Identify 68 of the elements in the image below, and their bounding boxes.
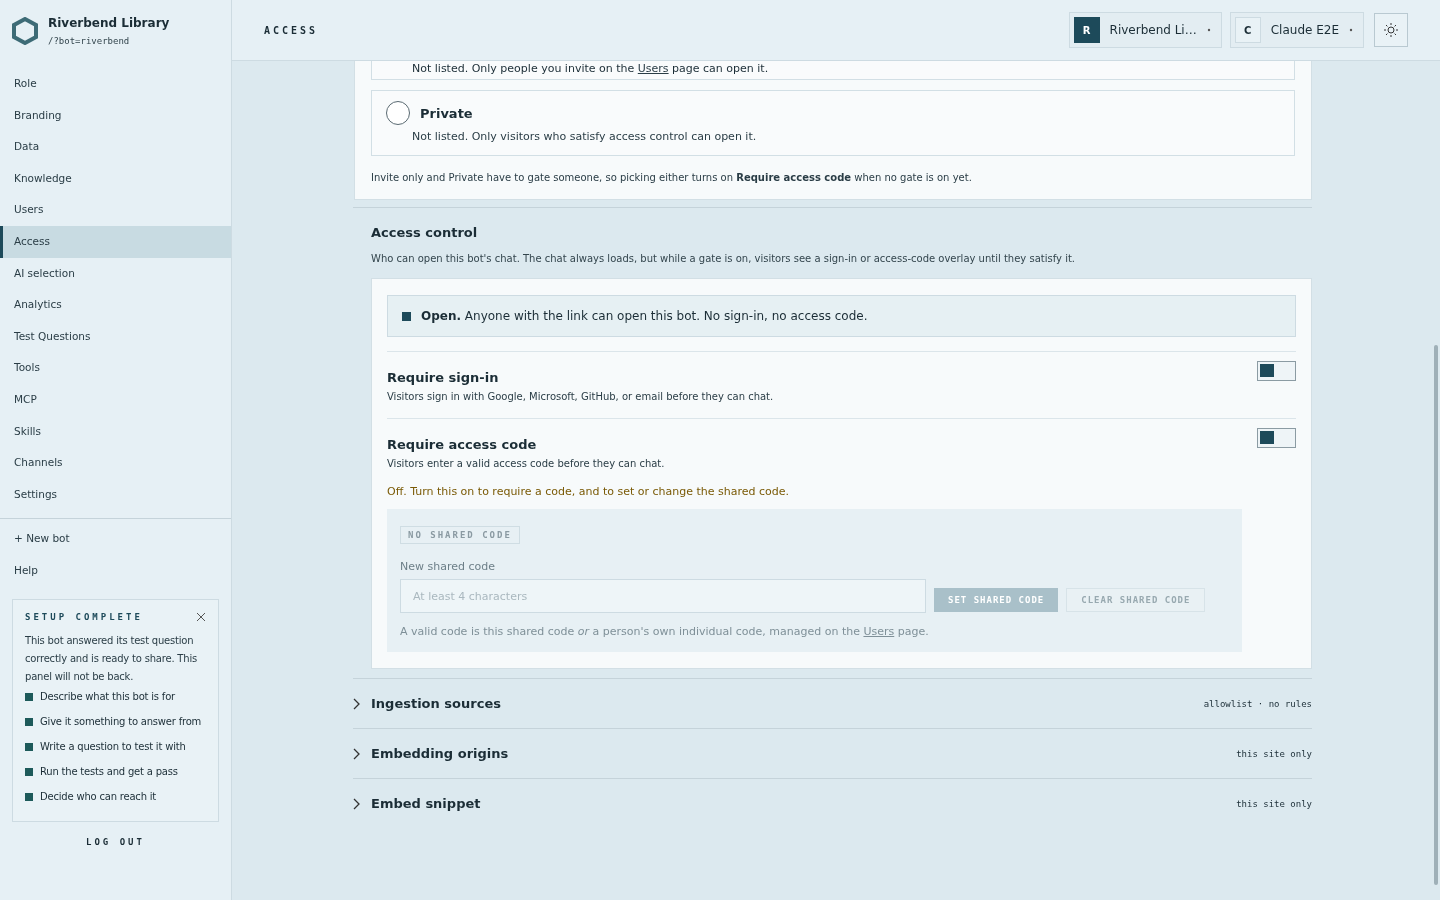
step-text: Give it something to answer from (40, 714, 202, 728)
scrollbar-thumb[interactable] (1434, 345, 1438, 885)
sidebar-item[interactable]: Help (0, 554, 231, 587)
option-description: Not listed. Only people you invite on the Users page can open it. (412, 62, 770, 75)
collapsible-section[interactable]: Ingestion sources allowlist · no rules (353, 678, 1312, 728)
sidebar-item[interactable]: Analytics (0, 289, 231, 321)
status-text: Open. Anyone with the link can open this bot. No sign-in, no access code. (421, 309, 868, 323)
users-link[interactable]: Users (637, 62, 669, 75)
sidebar-item[interactable]: Channels (0, 447, 231, 479)
logout-button[interactable]: LOG OUT (80, 835, 151, 848)
brand-name: Riverbend Library (48, 16, 170, 30)
sidebar-item[interactable]: Test Questions (0, 320, 231, 353)
page-title: ACCESS (264, 24, 320, 36)
status-tag: NO SHARED CODE (400, 526, 520, 544)
section-summary: this site only (1236, 748, 1312, 759)
toggle-switch[interactable] (1257, 428, 1296, 448)
sidebar-item[interactable]: AI selection (0, 257, 231, 290)
field-label: New shared code (400, 560, 496, 573)
section-summary: allowlist · no rules (1203, 698, 1312, 709)
section-title: Embed snippet (371, 796, 482, 811)
sun-icon (1383, 22, 1399, 38)
bot-path: /?bot=riverbend (48, 36, 131, 46)
sidebar-item[interactable]: Tools (0, 352, 231, 384)
section-description: Who can open this bot's chat. The chat always loads, but while a gate is on, visitors see a sign-in or access-code overlay until they satisfy it. (371, 253, 1076, 264)
sidebar-item[interactable]: Skills (0, 415, 231, 448)
sidebar-item[interactable]: Access (0, 225, 231, 258)
section-summary: this site only (1236, 798, 1312, 809)
avatar: R (1073, 17, 1100, 43)
theme-toggle-button[interactable] (1374, 13, 1408, 47)
section-title: Access control (371, 225, 479, 240)
caret-icon (1349, 28, 1353, 32)
panel-title: SETUP COMPLETE (25, 611, 143, 622)
gate-description: Visitors sign in with Google, Microsoft, GitHub, or email before they can chat. (387, 391, 774, 402)
collapsible-section[interactable]: Embed snippet this site only (353, 778, 1312, 828)
status-icon (402, 311, 411, 321)
workspace-selector[interactable]: R Riverbend Li… (1068, 12, 1222, 48)
gate-description: Visitors enter a valid access code before they can chat. (387, 458, 666, 469)
sidebar-item[interactable]: Data (0, 131, 231, 163)
logo-icon (12, 17, 38, 45)
sidebar-item[interactable]: Knowledge (0, 162, 231, 195)
collapsible-section[interactable]: Embedding origins this site only (353, 728, 1312, 778)
code-input-field[interactable]: At least 4 characters (400, 579, 926, 613)
step-text: Write a question to test it with (40, 739, 186, 753)
close-icon[interactable] (196, 611, 206, 622)
panel-text: This bot answered its test question correctly and is ready to share. This panel will not be back. (25, 633, 198, 684)
sidebar-item[interactable]: Role (0, 68, 231, 100)
gate-title: Require sign-in (387, 370, 500, 385)
sidebar-item[interactable]: Settings (0, 478, 231, 511)
toggle-switch[interactable] (1257, 361, 1296, 381)
step-text: Describe what this bot is for (40, 689, 175, 703)
sidebar-item[interactable]: MCP (0, 383, 231, 416)
option-card[interactable]: Private Not listed. Only visitors who satisfy access control can open it. (371, 90, 1295, 156)
sidebar-item[interactable]: Users (0, 194, 231, 226)
radio-button[interactable] (386, 101, 410, 125)
step-text: Decide who can reach it (40, 789, 157, 803)
sidebar-item[interactable]: + New bot (0, 523, 231, 555)
avatar: C (1234, 17, 1261, 43)
visibility-note: Invite only and Private have to gate someone, so picking either turns on Require access code when no gate is on yet. (371, 172, 973, 183)
step-text: Run the tests and get a pass (40, 764, 178, 778)
section-title: Embedding origins (371, 746, 510, 761)
section-title: Ingestion sources (371, 696, 502, 711)
option-description: Not listed. Only visitors who satisfy access control can open it. (412, 130, 758, 143)
hint-text: A valid code is this shared code or a person's own individual code, managed on the Users page. (400, 625, 930, 638)
gate-title: Require access code (387, 437, 538, 452)
gate-status-note: Off. Turn this on to require a code, and to set or change the shared code. (387, 485, 790, 498)
user-menu[interactable]: C Claude E2E (1229, 12, 1364, 48)
sidebar-item[interactable]: Branding (0, 99, 231, 132)
option-label: Private (420, 105, 473, 121)
